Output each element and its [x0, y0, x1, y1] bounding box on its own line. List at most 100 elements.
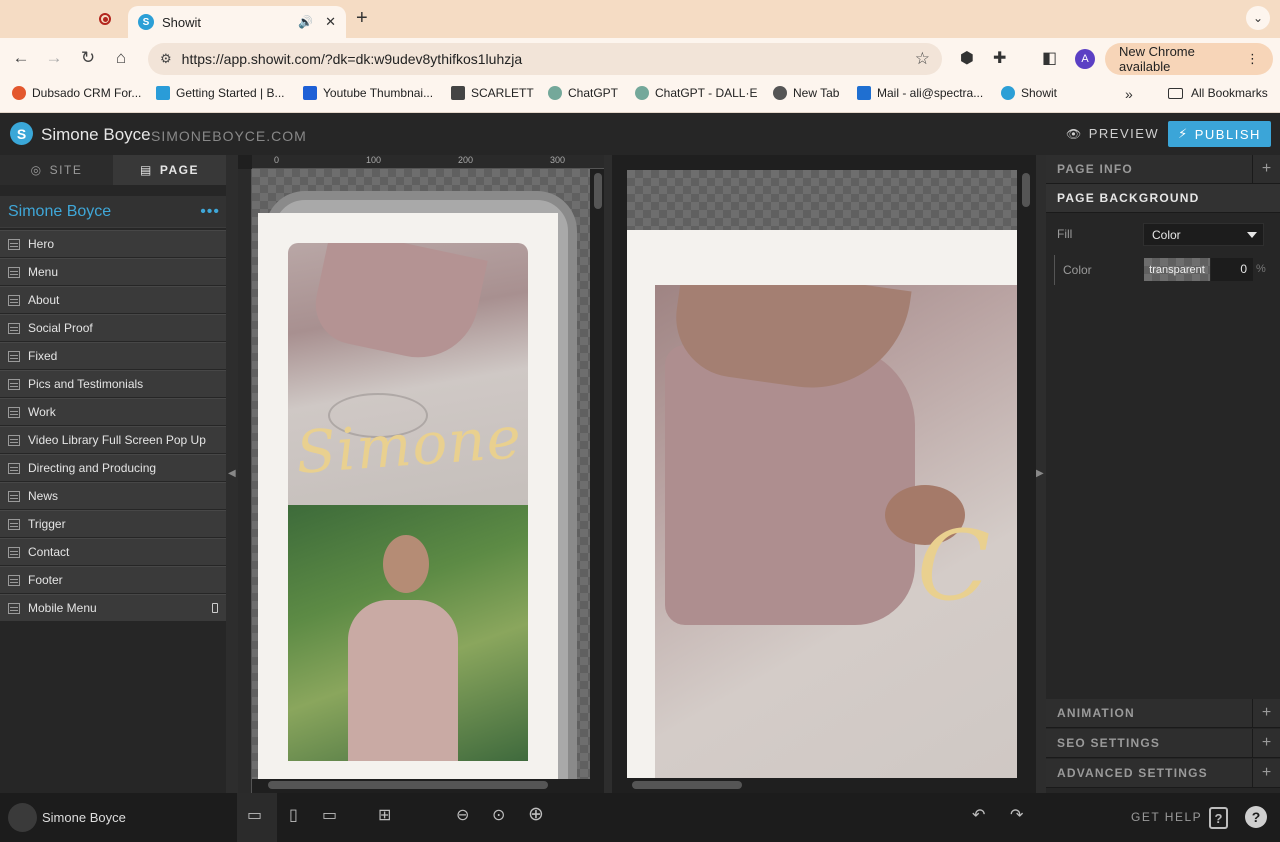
canvas-item-trigger[interactable]: Trigger: [0, 510, 226, 537]
bookmark-item[interactable]: ChatGPT - DALL·E: [635, 86, 757, 100]
bookmark-item[interactable]: Youtube Thumbnai...: [303, 86, 433, 100]
canvas-item-menu[interactable]: Menu: [0, 258, 226, 285]
site-info-icon[interactable]: ⚙: [160, 51, 172, 67]
more-bookmarks-icon[interactable]: »: [1125, 86, 1133, 102]
mobile-view[interactable]: 0 100 200 300 Simone: [238, 155, 604, 793]
canvas-item-fixed[interactable]: Fixed: [0, 342, 226, 369]
canvas-item-footer[interactable]: Footer: [0, 566, 226, 593]
back-icon[interactable]: ←: [10, 48, 32, 68]
avatar[interactable]: [8, 803, 37, 832]
expand-icon[interactable]: +: [1252, 155, 1280, 183]
recording-tab[interactable]: [90, 8, 120, 30]
preview-button[interactable]: 👁 PREVIEW: [1066, 126, 1159, 141]
get-help-link[interactable]: GET HELP: [1131, 810, 1202, 824]
page-name[interactable]: Simone Boyce: [8, 203, 111, 221]
expand-icon[interactable]: +: [1252, 759, 1280, 787]
bookmark-item[interactable]: New Tab: [773, 86, 839, 100]
canvas-item-social-proof[interactable]: Social Proof: [0, 314, 226, 341]
left-panel-tabs: ◎ SITE ▤ PAGE: [0, 155, 226, 185]
desktop-view[interactable]: C: [612, 155, 1036, 793]
mobile-canvas[interactable]: Simone: [252, 169, 590, 779]
horizontal-scrollbar[interactable]: [632, 781, 742, 789]
reload-icon[interactable]: ↻: [77, 48, 99, 68]
speaker-icon[interactable]: 🔊: [298, 15, 313, 29]
tab-search-button[interactable]: ⌄: [1246, 6, 1270, 30]
color-swatch[interactable]: transparent: [1144, 258, 1210, 281]
canvas-item-directing[interactable]: Directing and Producing: [0, 454, 226, 481]
collapse-right-panel-icon[interactable]: ▶: [1036, 468, 1044, 479]
new-tab-button[interactable]: +: [356, 7, 368, 30]
canvas-item-contact[interactable]: Contact: [0, 538, 226, 565]
bookmark-item[interactable]: Getting Started | B...: [156, 86, 285, 100]
bookmark-item[interactable]: ChatGPT: [548, 86, 618, 100]
puzzle-extensions-icon[interactable]: ✚: [993, 48, 1006, 68]
zoom-in-icon[interactable]: ⊕: [528, 803, 544, 826]
page-options-icon[interactable]: •••: [200, 203, 220, 221]
page-header[interactable]: Simone Boyce •••: [0, 196, 226, 228]
canvas-item-video-library[interactable]: Video Library Full Screen Pop Up: [0, 426, 226, 453]
section-page-info[interactable]: PAGE INFO +: [1046, 155, 1280, 184]
vertical-scrollbar[interactable]: [594, 173, 602, 209]
section-seo-settings[interactable]: SEO SETTINGS +: [1046, 729, 1280, 758]
tab-showit[interactable]: S Showit 🔊 ✕: [128, 6, 346, 38]
bookmark-item[interactable]: Showit: [1001, 86, 1057, 100]
address-bar[interactable]: ⚙ https://app.showit.com/?dk=dk:w9udev8y…: [148, 43, 942, 75]
side-panel-icon[interactable]: ◧: [1042, 48, 1057, 68]
dropbox-icon: [303, 86, 317, 100]
profile-avatar[interactable]: A: [1075, 49, 1095, 69]
home-icon[interactable]: ⌂: [110, 48, 132, 68]
grid-icon[interactable]: ⊞: [378, 805, 391, 825]
section-advanced-settings[interactable]: ADVANCED SETTINGS +: [1046, 759, 1280, 788]
canvas-item-about[interactable]: About: [0, 286, 226, 313]
expand-icon[interactable]: +: [1252, 729, 1280, 757]
bookmark-item[interactable]: Mail - ali@spectra...: [857, 86, 983, 100]
mobile-view-icon[interactable]: ▯: [289, 805, 298, 825]
bookmark-label: ChatGPT: [568, 86, 619, 100]
redo-icon[interactable]: ↷: [1010, 805, 1023, 825]
bookmark-star-icon[interactable]: ☆: [915, 49, 930, 69]
script-name-text[interactable]: C: [917, 510, 990, 622]
undo-icon[interactable]: ↶: [972, 805, 985, 825]
close-tab-icon[interactable]: ✕: [325, 14, 336, 30]
horizontal-scrollbar[interactable]: [268, 781, 548, 789]
section-animation[interactable]: ANIMATION +: [1046, 699, 1280, 728]
desktop-mobile-view-icon[interactable]: ▭: [247, 805, 262, 825]
mobile-page[interactable]: Simone: [258, 213, 558, 779]
user-name[interactable]: Simone Boyce: [42, 810, 126, 825]
chatgpt-icon: [635, 86, 649, 100]
tab-site[interactable]: ◎ SITE: [0, 155, 113, 185]
publish-button[interactable]: ⚡ PUBLISH: [1168, 121, 1271, 147]
bookmark-item[interactable]: Dubsado CRM For...: [12, 86, 141, 100]
canvas-label: Mobile Menu: [28, 601, 97, 615]
canvas-item-hero[interactable]: Hero: [0, 230, 226, 257]
expand-icon[interactable]: +: [1252, 699, 1280, 727]
extension-icon[interactable]: ⬢: [960, 48, 974, 68]
canvas-label: Pics and Testimonials: [28, 377, 144, 391]
mobile-only-icon: [212, 603, 218, 613]
canvas-item-pics-testimonials[interactable]: Pics and Testimonials: [0, 370, 226, 397]
showit-logo-icon[interactable]: S: [10, 122, 33, 145]
desktop-canvas[interactable]: C: [627, 230, 1017, 778]
section-page-background[interactable]: PAGE BACKGROUND: [1046, 184, 1280, 213]
bookmark-item[interactable]: SCARLETT: [451, 86, 534, 100]
forward-icon[interactable]: →: [43, 48, 65, 68]
url-text[interactable]: https://app.showit.com/?dk=dk:w9udev8yth…: [182, 51, 915, 67]
collapse-left-panel-icon[interactable]: ◀: [228, 468, 236, 479]
site-title[interactable]: Simone Boyce: [41, 125, 151, 145]
tab-page[interactable]: ▤ PAGE: [113, 155, 226, 185]
all-bookmarks-button[interactable]: All Bookmarks: [1168, 86, 1268, 100]
publish-label: PUBLISH: [1194, 126, 1261, 142]
opacity-input[interactable]: 0: [1211, 258, 1253, 281]
help-docs-icon[interactable]: ?: [1209, 807, 1228, 829]
hero-image-portrait[interactable]: [288, 505, 528, 761]
canvas-item-work[interactable]: Work: [0, 398, 226, 425]
help-chat-icon[interactable]: ?: [1245, 806, 1267, 828]
zoom-fit-icon[interactable]: ⊙: [492, 805, 505, 825]
fill-type-select[interactable]: Color: [1143, 223, 1264, 246]
chrome-update-button[interactable]: New Chrome available ⋮: [1105, 43, 1273, 75]
zoom-out-icon[interactable]: ⊖: [456, 805, 469, 825]
canvas-item-news[interactable]: News: [0, 482, 226, 509]
desktop-view-icon[interactable]: ▭: [322, 805, 337, 825]
canvas-item-mobile-menu[interactable]: Mobile Menu: [0, 594, 226, 621]
vertical-scrollbar[interactable]: [1022, 173, 1030, 207]
